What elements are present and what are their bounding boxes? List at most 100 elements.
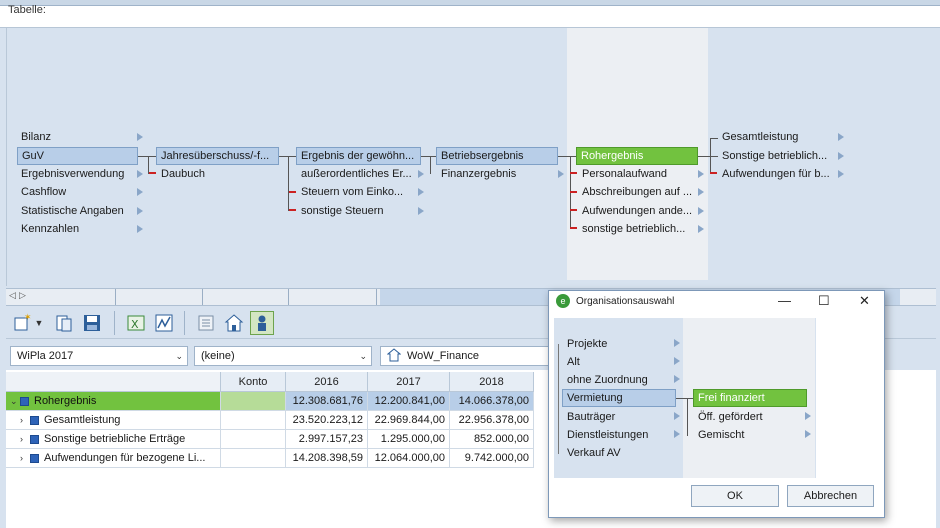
org-item-vermietung[interactable]: Vermietung	[562, 389, 676, 407]
tree-item-bilanz[interactable]: Bilanz	[21, 128, 51, 146]
tree-item-cashflow[interactable]: Cashflow	[21, 183, 66, 201]
tree-item-kennzahlen[interactable]: Kennzahlen	[21, 220, 79, 238]
tree-item-guv[interactable]: GuV	[17, 147, 138, 165]
report-icon[interactable]	[194, 311, 218, 335]
close-icon[interactable]: ✕	[859, 293, 870, 309]
plan-select[interactable]: WiPla 2017 ⌄	[10, 346, 188, 366]
org-sub-gemischt[interactable]: Gemischt	[698, 426, 744, 444]
table-row-label[interactable]: ⌄ Rohergebnis	[6, 392, 221, 411]
tree-item-personalaufwand[interactable]: Personalaufwand	[582, 165, 667, 183]
tree-item-aufwendungen-fuer-b[interactable]: Aufwendungen für b...	[722, 165, 830, 183]
chevron-right-icon[interactable]: ›	[20, 430, 30, 448]
expand-arrow-icon[interactable]	[137, 207, 143, 215]
table-cell-2018[interactable]: 14.066.378,00	[450, 392, 534, 411]
table-row-label[interactable]: › Aufwendungen für bezogene Li...	[6, 449, 221, 468]
table-cell-2016[interactable]: 2.997.157,23	[286, 430, 368, 449]
table-cell-2017[interactable]: 1.295.000,00	[368, 430, 450, 449]
org-sub-frei-finanziert[interactable]: Frei finanziert	[693, 389, 807, 407]
scroll-right-icon[interactable]: ▷	[19, 290, 26, 301]
table-row-label[interactable]: › Sonstige betriebliche Erträge	[6, 430, 221, 449]
expand-arrow-icon[interactable]	[558, 170, 564, 178]
tree-item-gesamtleistung[interactable]: Gesamtleistung	[722, 128, 798, 146]
expand-arrow-icon[interactable]	[838, 170, 844, 178]
expand-arrow-icon[interactable]	[137, 133, 143, 141]
grid-header-2018[interactable]: 2018	[450, 372, 534, 392]
expand-arrow-icon[interactable]	[137, 188, 143, 196]
expand-arrow-icon[interactable]	[418, 188, 424, 196]
expand-arrow-icon[interactable]	[674, 430, 680, 438]
home-icon[interactable]	[222, 311, 246, 335]
minimize-icon[interactable]: —	[778, 293, 791, 308]
tree-item-sonstige-betriebliche[interactable]: sonstige betrieblich...	[582, 220, 685, 238]
table-cell-2016[interactable]: 14.208.398,59	[286, 449, 368, 468]
expand-arrow-icon[interactable]	[838, 133, 844, 141]
expand-arrow-icon[interactable]	[698, 207, 704, 215]
org-item-bautraeger[interactable]: Bauträger	[567, 408, 615, 426]
table-cell-2017[interactable]: 12.064.000,00	[368, 449, 450, 468]
chart-icon[interactable]	[152, 311, 176, 335]
tree-item-jahresueberschuss[interactable]: Jahresüberschuss/-f...	[156, 147, 279, 165]
expand-arrow-icon[interactable]	[137, 170, 143, 178]
expand-arrow-icon[interactable]	[674, 412, 680, 420]
grid-header-2016[interactable]: 2016	[286, 372, 368, 392]
tree-item-daubuch[interactable]: Daubuch	[161, 165, 205, 183]
expand-arrow-icon[interactable]	[698, 225, 704, 233]
expand-arrow-icon[interactable]	[674, 339, 680, 347]
org-item-verkauf-av[interactable]: Verkauf AV	[567, 444, 621, 462]
expand-arrow-icon[interactable]	[137, 225, 143, 233]
org-item-dienstleistungen[interactable]: Dienstleistungen	[567, 426, 648, 444]
copy-doc-icon[interactable]	[52, 311, 76, 335]
tree-item-steuern-einkommen[interactable]: Steuern vom Einko...	[301, 183, 403, 201]
org-item-alt[interactable]: Alt	[567, 353, 580, 371]
save-icon[interactable]	[80, 311, 104, 335]
chevron-down-icon[interactable]: ⌄	[10, 392, 20, 410]
expand-arrow-icon[interactable]	[418, 207, 424, 215]
tree-item-sonstige-steuern[interactable]: sonstige Steuern	[301, 202, 384, 220]
ok-button[interactable]: OK	[691, 485, 779, 507]
grid-header-konto[interactable]: Konto	[221, 372, 286, 392]
table-row-label[interactable]: › Gesamtleistung	[6, 411, 221, 430]
table-cell-2016[interactable]: 12.308.681,76	[286, 392, 368, 411]
chevron-right-icon[interactable]: ›	[20, 449, 30, 467]
table-cell-2017[interactable]: 12.200.841,00	[368, 392, 450, 411]
grid-header-2017[interactable]: 2017	[368, 372, 450, 392]
tree-item-finanzergebnis[interactable]: Finanzergebnis	[441, 165, 516, 183]
tree-item-statistische-angaben[interactable]: Statistische Angaben	[21, 202, 124, 220]
table-cell-2017[interactable]: 22.969.844,00	[368, 411, 450, 430]
chevron-right-icon[interactable]: ›	[20, 411, 30, 429]
org-sub-oeff-gefoerdert[interactable]: Öff. gefördert	[698, 408, 763, 426]
table-cell-konto[interactable]	[221, 449, 286, 468]
excel-icon[interactable]: X	[124, 311, 148, 335]
scroll-left-icon[interactable]: ◁	[9, 290, 16, 301]
expand-arrow-icon[interactable]	[805, 430, 811, 438]
expand-arrow-icon[interactable]	[838, 152, 844, 160]
expand-arrow-icon[interactable]	[674, 375, 680, 383]
table-cell-2018[interactable]: 22.956.378,00	[450, 411, 534, 430]
expand-arrow-icon[interactable]	[674, 357, 680, 365]
table-cell-2018[interactable]: 9.742.000,00	[450, 449, 534, 468]
dropdown-arrow-icon[interactable]: ▼	[32, 311, 46, 335]
tree-item-sonstige-betriebliche-ertraege[interactable]: Sonstige betrieblich...	[722, 147, 840, 165]
tree-item-ergebnis-gewoehnlich[interactable]: Ergebnis der gewöhn...	[296, 147, 421, 165]
org-item-ohne-zuordnung[interactable]: ohne Zuordnung	[567, 371, 648, 389]
expand-arrow-icon[interactable]	[698, 170, 704, 178]
expand-arrow-icon[interactable]	[805, 412, 811, 420]
table-cell-2016[interactable]: 23.520.223,12	[286, 411, 368, 430]
tree-item-ausserordentliches[interactable]: außerordentliches Er...	[301, 165, 412, 183]
person-icon[interactable]	[250, 311, 274, 335]
filter-select[interactable]: (keine) ⌄	[194, 346, 372, 366]
tree-item-aufwendungen-andere[interactable]: Aufwendungen ande...	[582, 202, 692, 220]
org-item-projekte[interactable]: Projekte	[567, 335, 607, 353]
maximize-icon[interactable]: ☐	[818, 293, 830, 309]
expand-arrow-icon[interactable]	[418, 170, 424, 178]
table-cell-konto[interactable]	[221, 430, 286, 449]
tree-item-ergebnisverwendung[interactable]: Ergebnisverwendung	[21, 165, 124, 183]
table-cell-konto[interactable]	[221, 392, 286, 411]
new-doc-icon[interactable]: ✶	[10, 311, 34, 335]
table-cell-konto[interactable]	[221, 411, 286, 430]
tree-item-abschreibungen[interactable]: Abschreibungen auf ...	[582, 183, 692, 201]
entity-select[interactable]: WoW_Finance	[380, 346, 550, 366]
tree-item-betriebsergebnis[interactable]: Betriebsergebnis	[436, 147, 558, 165]
expand-arrow-icon[interactable]	[698, 188, 704, 196]
table-cell-2018[interactable]: 852.000,00	[450, 430, 534, 449]
